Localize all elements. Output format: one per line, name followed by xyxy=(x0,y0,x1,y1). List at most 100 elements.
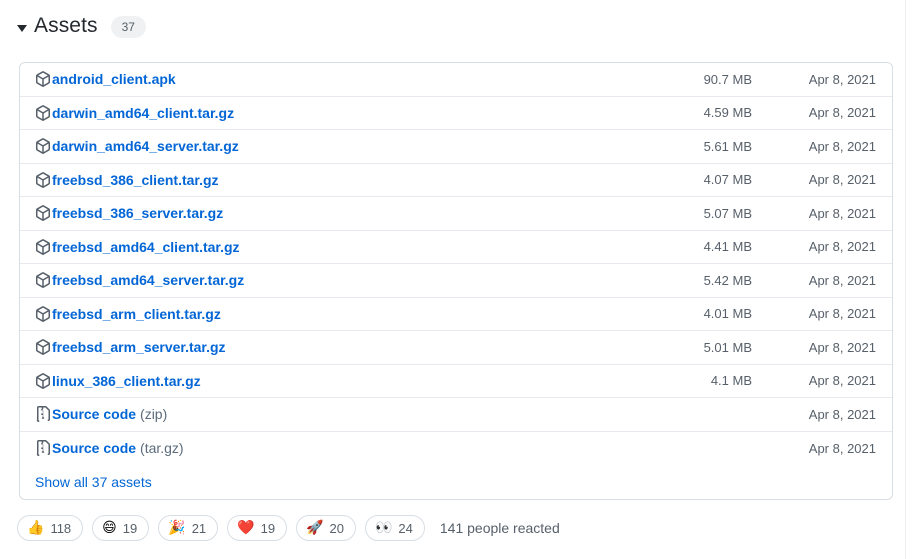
page-edge-divider xyxy=(905,0,906,559)
show-all-assets-row[interactable]: Show all 37 assets xyxy=(20,465,892,499)
show-all-assets-link[interactable]: Show all 37 assets xyxy=(35,474,152,490)
asset-date: Apr 8, 2021 xyxy=(808,205,876,221)
reaction-count: 20 xyxy=(329,520,344,536)
thumbs-up-icon: 👍 xyxy=(27,520,45,536)
asset-name-cell: Source code (tar.gz) xyxy=(35,440,620,457)
asset-name-cell: freebsd_arm_client.tar.gz xyxy=(35,306,620,322)
table-row: darwin_amd64_server.tar.gz 5.61 MB Apr 8, … xyxy=(20,130,892,164)
package-icon xyxy=(35,205,51,222)
asset-size: 5.61 MB xyxy=(703,138,752,154)
file-zip-icon xyxy=(35,440,51,457)
asset-size: 4.1 MB xyxy=(710,373,752,389)
reaction-count: 19 xyxy=(260,520,276,536)
asset-name-cell: freebsd_386_server.tar.gz xyxy=(35,205,620,221)
assets-table: android_client.apk 90.7 MB Apr 8, 2021 darw… xyxy=(19,62,893,500)
package-icon xyxy=(35,238,51,255)
reaction-rocket-button[interactable]: 🚀 20 xyxy=(296,515,356,541)
reaction-thumbs-up-button[interactable]: 👍 118 xyxy=(17,515,84,541)
file-zip-icon xyxy=(35,406,51,423)
asset-name-cell: darwin_amd64_client.tar.gz xyxy=(35,105,620,121)
assets-count-badge: 37 xyxy=(110,16,146,38)
asset-download-link[interactable]: freebsd_amd64_server.tar.gz xyxy=(52,272,244,288)
asset-size: 5.42 MB xyxy=(703,272,752,288)
asset-download-link[interactable]: Source code xyxy=(52,440,136,456)
package-icon xyxy=(35,305,51,322)
table-row: freebsd_386_server.tar.gz 5.07 MB Apr 8, 2… xyxy=(20,197,892,231)
asset-name-cell: darwin_amd64_server.tar.gz xyxy=(35,138,620,154)
package-icon xyxy=(35,71,51,88)
package-icon xyxy=(35,272,51,289)
asset-download-link[interactable]: darwin_amd64_server.tar.gz xyxy=(52,138,239,154)
package-icon xyxy=(35,171,51,188)
table-row: freebsd_arm_client.tar.gz 4.01 MB Apr 8, 2… xyxy=(20,298,892,331)
asset-date: Apr 8, 2021 xyxy=(808,272,876,288)
package-icon xyxy=(35,104,51,121)
reactions-summary: 141 people reacted xyxy=(439,520,560,536)
page-title: Assets xyxy=(34,14,98,37)
asset-date: Apr 8, 2021 xyxy=(808,138,876,154)
asset-format-suffix: (tar.gz) xyxy=(140,440,184,457)
asset-size: 4.07 MB xyxy=(703,172,752,188)
reactions-bar: 👍 118 😄 19 🎉 21 ❤️ 19 🚀 20 👀 24 141 people reacted xyxy=(17,515,560,541)
package-icon xyxy=(35,339,51,356)
tada-icon: 🎉 xyxy=(168,520,186,536)
asset-date: Apr 8, 2021 xyxy=(808,339,876,355)
eyes-icon: 👀 xyxy=(374,520,393,536)
asset-date: Apr 8, 2021 xyxy=(808,105,876,121)
asset-download-link[interactable]: Source code xyxy=(52,406,136,422)
asset-name-cell: freebsd_amd64_server.tar.gz xyxy=(35,272,620,288)
reaction-heart-button[interactable]: ❤️ 19 xyxy=(227,515,288,541)
asset-size: 4.01 MB xyxy=(703,306,752,322)
asset-download-link[interactable]: freebsd_386_server.tar.gz xyxy=(52,205,223,221)
asset-size: 5.01 MB xyxy=(703,339,752,355)
asset-name-cell: freebsd_amd64_client.tar.gz xyxy=(35,239,620,255)
asset-size: 90.7 MB xyxy=(703,71,752,87)
table-row: linux_386_client.tar.gz 4.1 MB Apr 8, 2021 xyxy=(20,365,892,398)
assets-header[interactable]: Assets 37 xyxy=(0,0,912,38)
reaction-smile-button[interactable]: 😄 19 xyxy=(92,515,150,541)
heart-icon: ❤️ xyxy=(237,520,255,536)
reaction-count: 21 xyxy=(191,520,207,536)
table-row: freebsd_arm_server.tar.gz 5.01 MB Apr 8, 2… xyxy=(20,331,892,365)
asset-date: Apr 8, 2021 xyxy=(808,406,876,422)
reaction-count: 19 xyxy=(122,520,138,536)
package-icon xyxy=(35,372,51,389)
asset-download-link[interactable]: linux_386_client.tar.gz xyxy=(52,373,201,389)
asset-date: Apr 8, 2021 xyxy=(808,71,876,87)
asset-name-cell: linux_386_client.tar.gz xyxy=(35,373,620,389)
asset-size: 5.07 MB xyxy=(703,205,752,221)
smile-icon: 😄 xyxy=(102,520,117,536)
reaction-tada-button[interactable]: 🎉 21 xyxy=(158,515,219,541)
asset-download-link[interactable]: freebsd_amd64_client.tar.gz xyxy=(52,239,240,255)
asset-size: 4.59 MB xyxy=(703,105,752,121)
asset-download-link[interactable]: darwin_amd64_client.tar.gz xyxy=(52,105,234,121)
asset-date: Apr 8, 2021 xyxy=(808,373,876,389)
asset-name-cell: freebsd_386_client.tar.gz xyxy=(35,172,620,188)
table-row: Source code (tar.gz) Apr 8, 2021 xyxy=(20,432,892,466)
table-row: Source code (zip) Apr 8, 2021 xyxy=(20,398,892,432)
asset-date: Apr 8, 2021 xyxy=(808,239,876,255)
reaction-eyes-button[interactable]: 👀 24 xyxy=(364,515,425,541)
asset-download-link[interactable]: android_client.apk xyxy=(52,71,176,87)
asset-date: Apr 8, 2021 xyxy=(808,172,876,188)
reaction-count: 118 xyxy=(50,520,72,536)
table-row: freebsd_amd64_server.tar.gz 5.42 MB Apr 8,… xyxy=(20,264,892,298)
table-row: darwin_amd64_client.tar.gz 4.59 MB Apr 8, … xyxy=(20,97,892,130)
asset-date: Apr 8, 2021 xyxy=(808,440,876,456)
asset-download-link[interactable]: freebsd_arm_server.tar.gz xyxy=(52,339,226,355)
table-row: android_client.apk 90.7 MB Apr 8, 2021 xyxy=(20,63,892,97)
asset-format-suffix: (zip) xyxy=(140,406,168,423)
asset-size: 4.41 MB xyxy=(703,239,752,255)
reaction-count: 24 xyxy=(398,520,413,536)
asset-date: Apr 8, 2021 xyxy=(808,306,876,322)
asset-download-link[interactable]: freebsd_386_client.tar.gz xyxy=(52,172,219,188)
table-row: freebsd_amd64_client.tar.gz 4.41 MB Apr 8,… xyxy=(20,231,892,264)
asset-name-cell: freebsd_arm_server.tar.gz xyxy=(35,339,620,355)
package-icon xyxy=(35,138,51,155)
asset-download-link[interactable]: freebsd_arm_client.tar.gz xyxy=(52,306,221,322)
triangle-down-icon[interactable] xyxy=(17,24,27,32)
rocket-icon: 🚀 xyxy=(306,520,324,536)
table-row: freebsd_386_client.tar.gz 4.07 MB Apr 8, 2… xyxy=(20,164,892,197)
asset-name-cell: android_client.apk xyxy=(35,71,620,87)
asset-name-cell: Source code (zip) xyxy=(35,406,620,423)
